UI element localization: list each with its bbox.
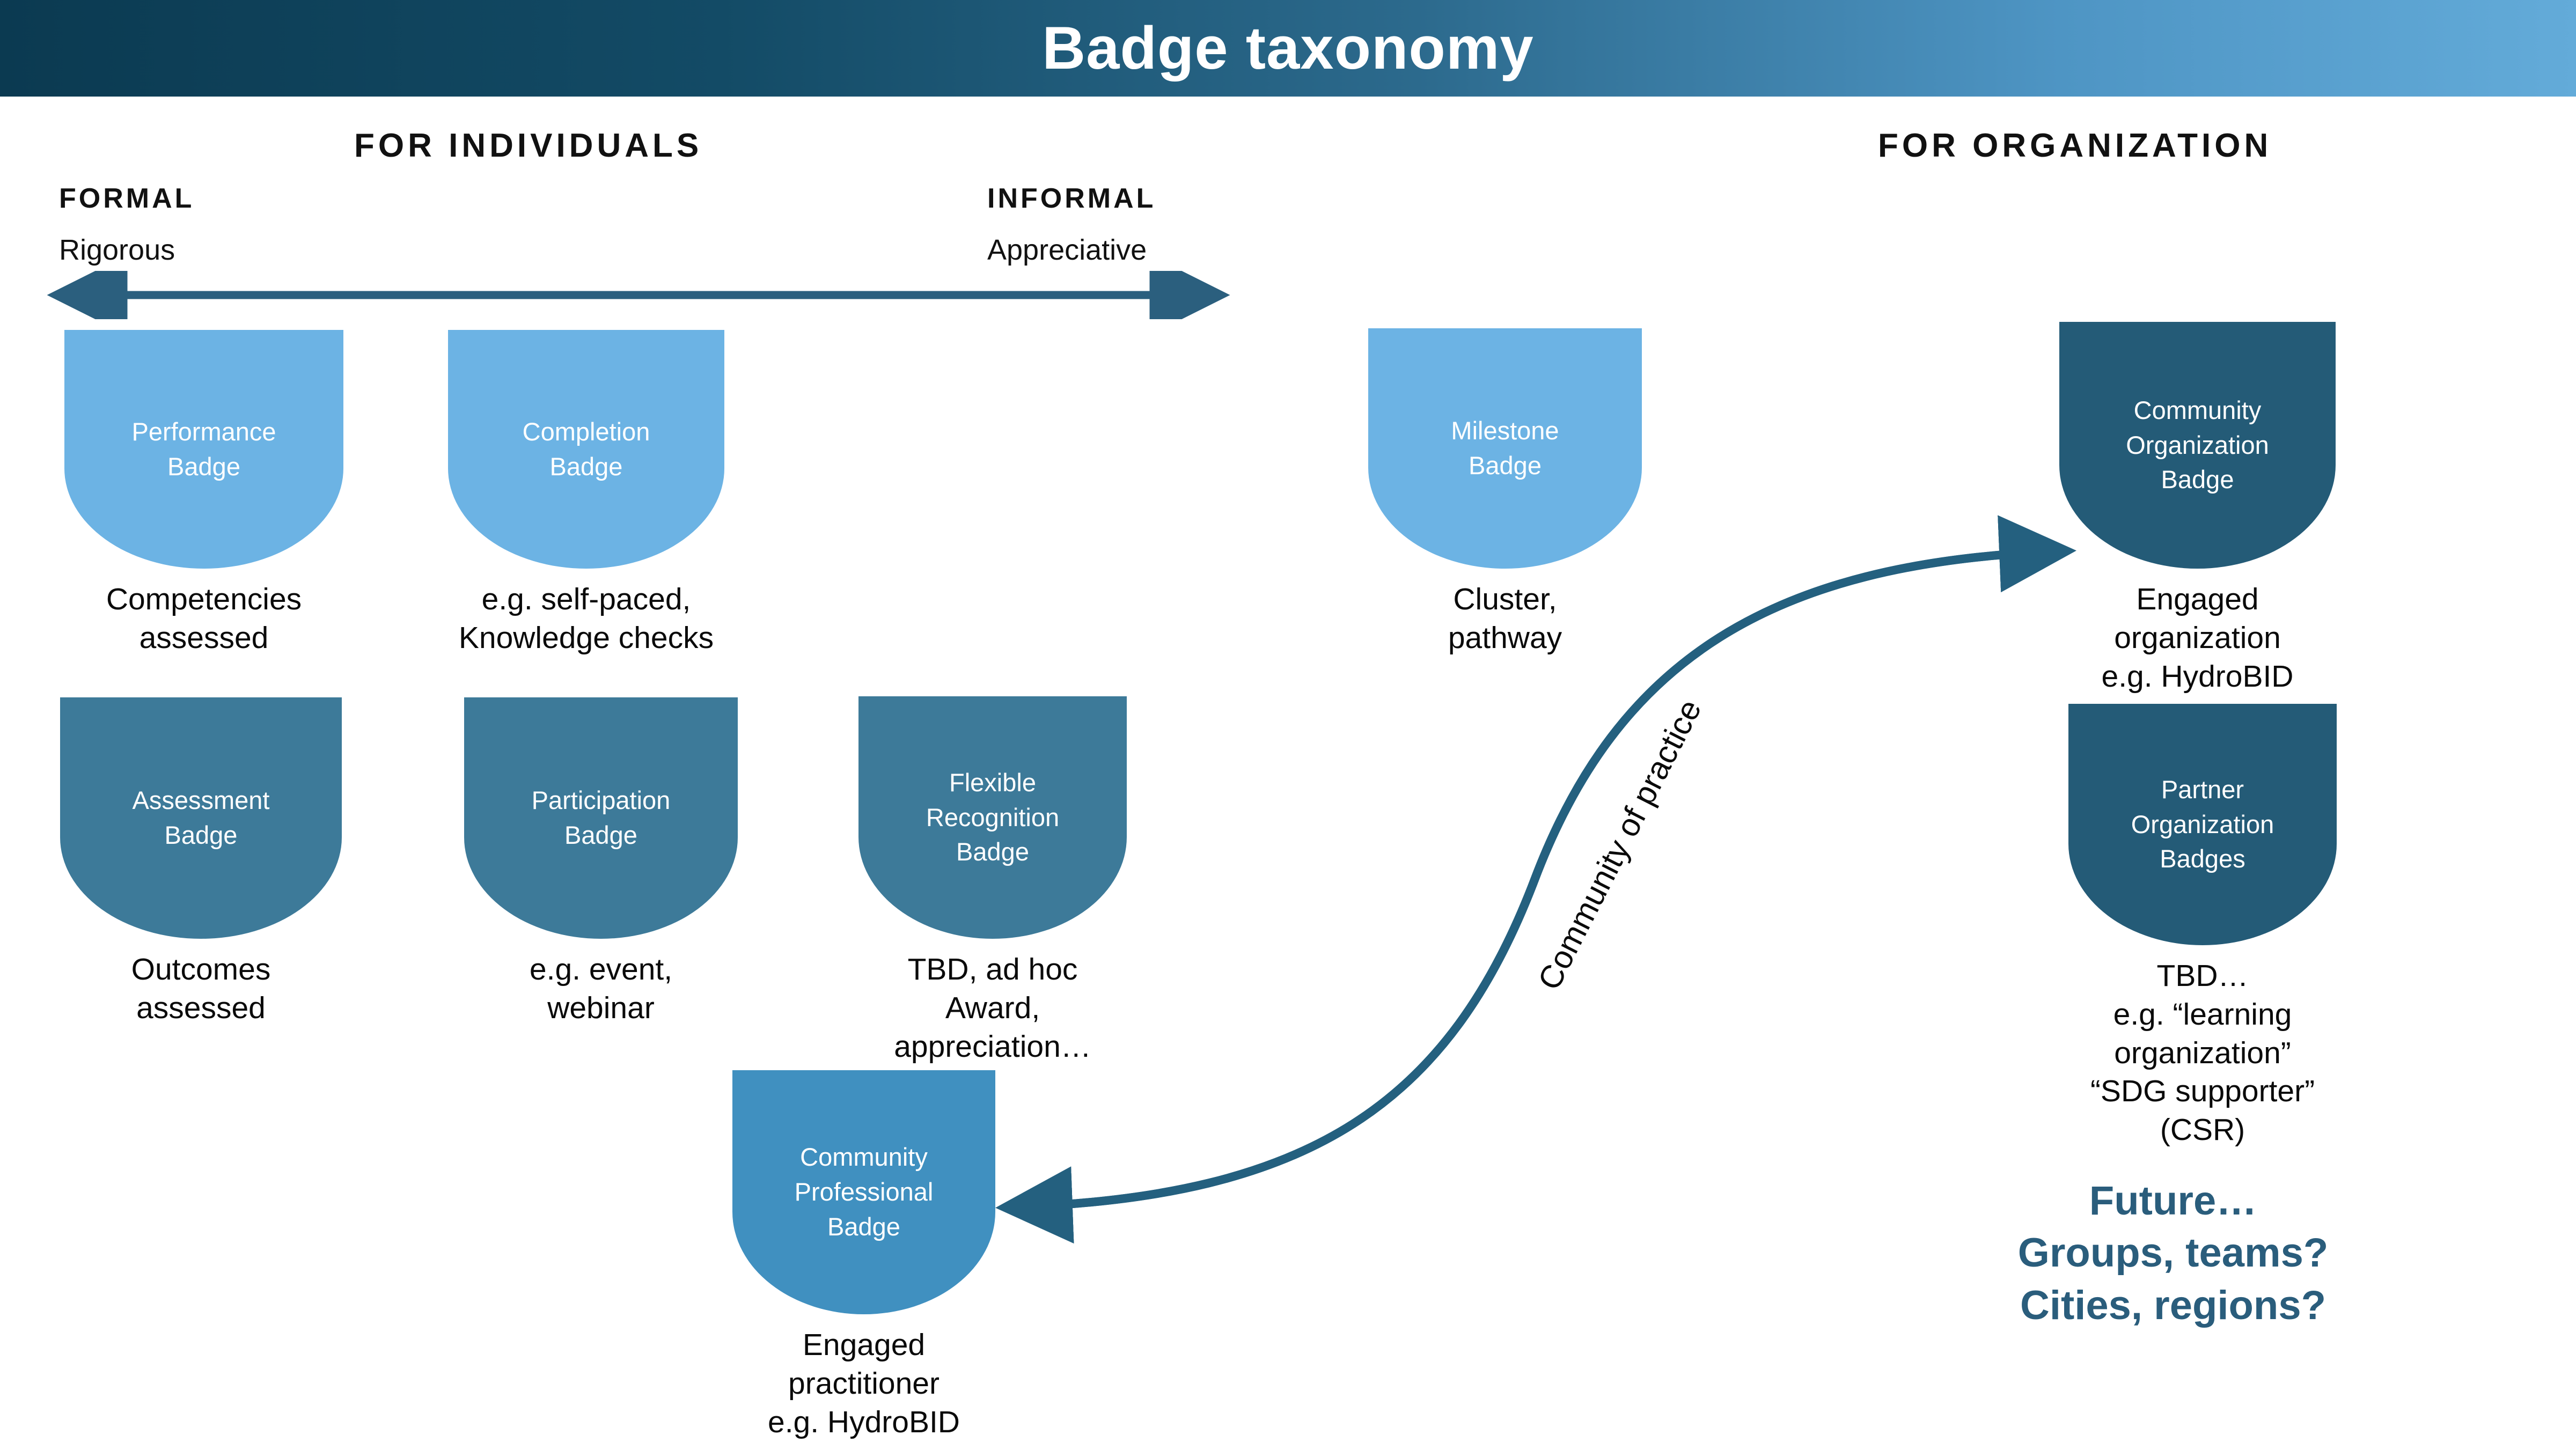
badge-participation[interactable]: Participation Badge e.g. event, webinar bbox=[464, 697, 738, 1028]
badge-title: Community Professional Badge bbox=[794, 1143, 934, 1241]
badge-partner-organization[interactable]: Partner Organization Badges TBD… e.g. “l… bbox=[2068, 704, 2337, 1150]
badge-community-professional[interactable]: Community Professional Badge Engaged pra… bbox=[732, 1070, 995, 1441]
badge-title: Completion Badge bbox=[522, 417, 650, 481]
badge-performance[interactable]: Performance Badge Competencies assessed bbox=[64, 330, 343, 658]
axis-label-appreciative: Appreciative bbox=[987, 234, 1147, 266]
badge-title: Assessment Badge bbox=[132, 786, 270, 849]
badge-shield-community-organization[interactable]: Community Organization Badge bbox=[2059, 322, 2336, 569]
badge-shield-community-professional[interactable]: Community Professional Badge bbox=[732, 1070, 995, 1314]
badge-caption: Cluster, pathway bbox=[1448, 582, 1562, 655]
badge-title: Performance Badge bbox=[131, 417, 276, 481]
badge-flexible-recognition[interactable]: Flexible Recognition Badge TBD, ad hoc A… bbox=[858, 696, 1127, 1066]
badge-title: Participation Badge bbox=[531, 786, 671, 849]
axis-label-rigorous: Rigorous bbox=[59, 234, 175, 266]
badge-title: Milestone Badge bbox=[1451, 416, 1559, 480]
badge-title: Flexible Recognition Badge bbox=[926, 768, 1060, 866]
badge-assessment[interactable]: Assessment Badge Outcomes assessed bbox=[60, 697, 342, 1028]
axis-label-informal: INFORMAL bbox=[987, 183, 1156, 214]
badge-title: Community Organization Badge bbox=[2126, 395, 2269, 494]
badge-caption: Engaged practitioner e.g. HydroBID bbox=[768, 1328, 960, 1439]
badge-shield-assessment[interactable]: Assessment Badge bbox=[60, 697, 342, 939]
formality-axis-arrow bbox=[47, 271, 1230, 319]
badge-shield-completion[interactable]: Completion Badge bbox=[448, 330, 724, 569]
section-heading-organization: FOR ORGANIZATION bbox=[1878, 127, 2272, 164]
badge-caption: Competencies assessed bbox=[106, 582, 302, 655]
badge-caption: TBD… e.g. “learning organization” “SDG s… bbox=[2090, 959, 2315, 1147]
section-heading-individuals: FOR INDIVIDUALS bbox=[354, 127, 703, 164]
badge-caption: TBD, ad hoc Award, appreciation… bbox=[894, 952, 1091, 1064]
diagram-canvas: Badge taxonomy FOR INDIVIDUALS FOR ORGAN… bbox=[0, 0, 2576, 1450]
badge-caption: Outcomes assessed bbox=[131, 952, 271, 1025]
badge-milestone[interactable]: Milestone Badge Cluster, pathway bbox=[1368, 328, 1642, 658]
badge-community-organization[interactable]: Community Organization Badge Engaged org… bbox=[2059, 322, 2336, 696]
badge-caption: Engaged organization e.g. HydroBID bbox=[2101, 582, 2294, 694]
badge-shield-partner-organization[interactable]: Partner Organization Badges bbox=[2068, 704, 2337, 945]
page-title: Badge taxonomy bbox=[1042, 14, 1534, 82]
community-of-practice-label: Community of practice bbox=[1531, 694, 1708, 996]
badge-shield-participation[interactable]: Participation Badge bbox=[464, 697, 738, 939]
future-note: Future… Groups, teams? Cities, regions? bbox=[2017, 1178, 2329, 1328]
badge-completion[interactable]: Completion Badge e.g. self-paced, Knowle… bbox=[448, 330, 724, 658]
header-band: Badge taxonomy bbox=[0, 0, 2576, 97]
badge-caption: e.g. event, webinar bbox=[529, 952, 673, 1025]
badge-shield-performance[interactable]: Performance Badge bbox=[64, 330, 343, 569]
badge-shield-milestone[interactable]: Milestone Badge bbox=[1368, 328, 1642, 569]
badge-shield-flexible-recognition[interactable]: Flexible Recognition Badge bbox=[858, 696, 1127, 939]
badge-caption: e.g. self-paced, Knowledge checks bbox=[458, 582, 714, 655]
badge-title: Partner Organization Badges bbox=[2131, 775, 2274, 873]
axis-label-formal: FORMAL bbox=[59, 183, 195, 214]
